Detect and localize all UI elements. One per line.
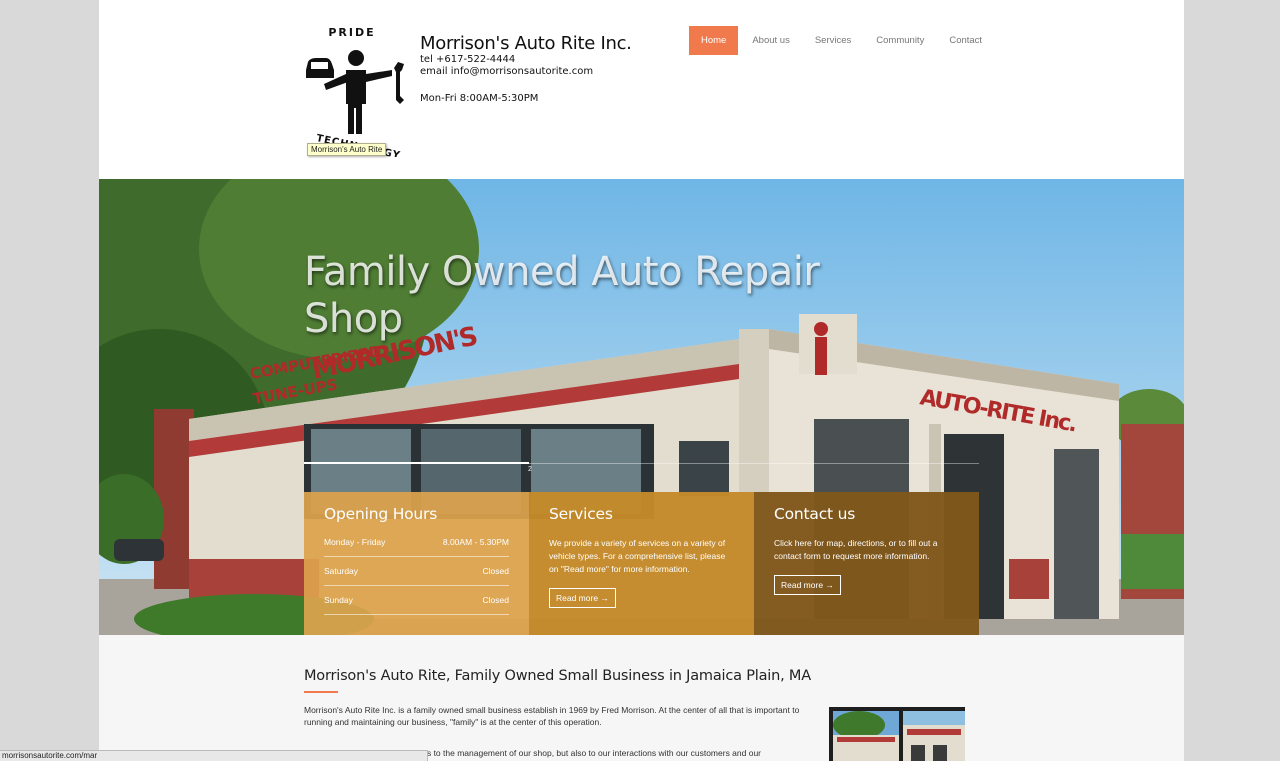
browser-status-url: morrisonsautorite.com/mar (0, 750, 428, 761)
hours-row: Saturday Closed (324, 566, 509, 586)
hours-time: 8.00AM - 5.30PM (442, 537, 509, 547)
hours-day: Sunday (324, 595, 353, 605)
contact-title: Contact us (774, 505, 856, 523)
hours-day: Monday - Friday (324, 537, 386, 547)
hero-title: Family Owned Auto Repair Shop (304, 249, 820, 342)
hours-day: Saturday (324, 566, 359, 576)
slider-progress-active[interactable] (304, 462, 529, 464)
opening-hours-panel: Opening Hours Monday - Friday 8.00AM - 5… (304, 492, 529, 635)
nav-services[interactable]: Services (804, 26, 862, 55)
hours-row: Monday - Friday 8.00AM - 5.30PM (324, 537, 509, 557)
shop-thumbnail-image[interactable] (829, 707, 965, 761)
services-panel: Services We provide a variety of service… (529, 492, 754, 635)
opening-hours-title: Opening Hours (324, 505, 438, 523)
logo-text-top: PRIDE (328, 26, 375, 39)
nav-community[interactable]: Community (865, 26, 935, 55)
services-title: Services (549, 505, 613, 523)
intro-heading: Morrison's Auto Rite, Family Owned Small… (304, 668, 811, 684)
company-hours: Mon-Fri 8:00AM-5:30PM (420, 93, 539, 104)
services-text: We provide a variety of services on a va… (549, 538, 726, 574)
heading-underline (304, 691, 338, 693)
intro-paragraph-2-text: pplies to the management of our shop, bu… (409, 748, 762, 758)
hours-time: Closed (482, 566, 509, 576)
company-info: Morrison's Auto Rite Inc. tel +617-522-4… (420, 33, 632, 105)
page: PRIDE TECHNOLOGY Morrison's Auto Rite Mo… (99, 0, 1184, 761)
company-email: email info@morrisonsautorite.com (420, 65, 594, 77)
intro-section: Morrison's Auto Rite, Family Owned Small… (99, 635, 1184, 761)
contact-read-more-button[interactable]: Read more → (774, 575, 841, 595)
contact-text: Click here for map, directions, or to fi… (774, 538, 938, 561)
intro-paragraph: Morrison's Auto Rite Inc. is a family ow… (304, 705, 800, 727)
hero-slider[interactable]: MORRISON'S AUTO-RITE Inc. COMPUTERIZED T… (99, 179, 1184, 635)
slider-progress-track[interactable] (529, 463, 979, 464)
main-nav: Home About us Services Community Contact (689, 26, 996, 55)
nav-contact[interactable]: Contact (938, 26, 993, 55)
nav-about-us[interactable]: About us (741, 26, 801, 55)
contact-panel: Contact us Click here for map, direction… (754, 492, 979, 635)
hours-row: Sunday Closed (324, 595, 509, 615)
company-name: Morrison's Auto Rite Inc. (420, 33, 632, 54)
company-phone: tel +617-522-4444 (420, 54, 516, 65)
services-read-more-button[interactable]: Read more → (549, 588, 616, 608)
nav-home[interactable]: Home (689, 26, 739, 55)
logo-icon[interactable]: PRIDE TECHNOLOGY (304, 22, 414, 157)
slider-number[interactable]: 2 (528, 466, 532, 473)
logo-tooltip: Morrison's Auto Rite (307, 143, 387, 156)
hours-time: Closed (482, 595, 509, 605)
